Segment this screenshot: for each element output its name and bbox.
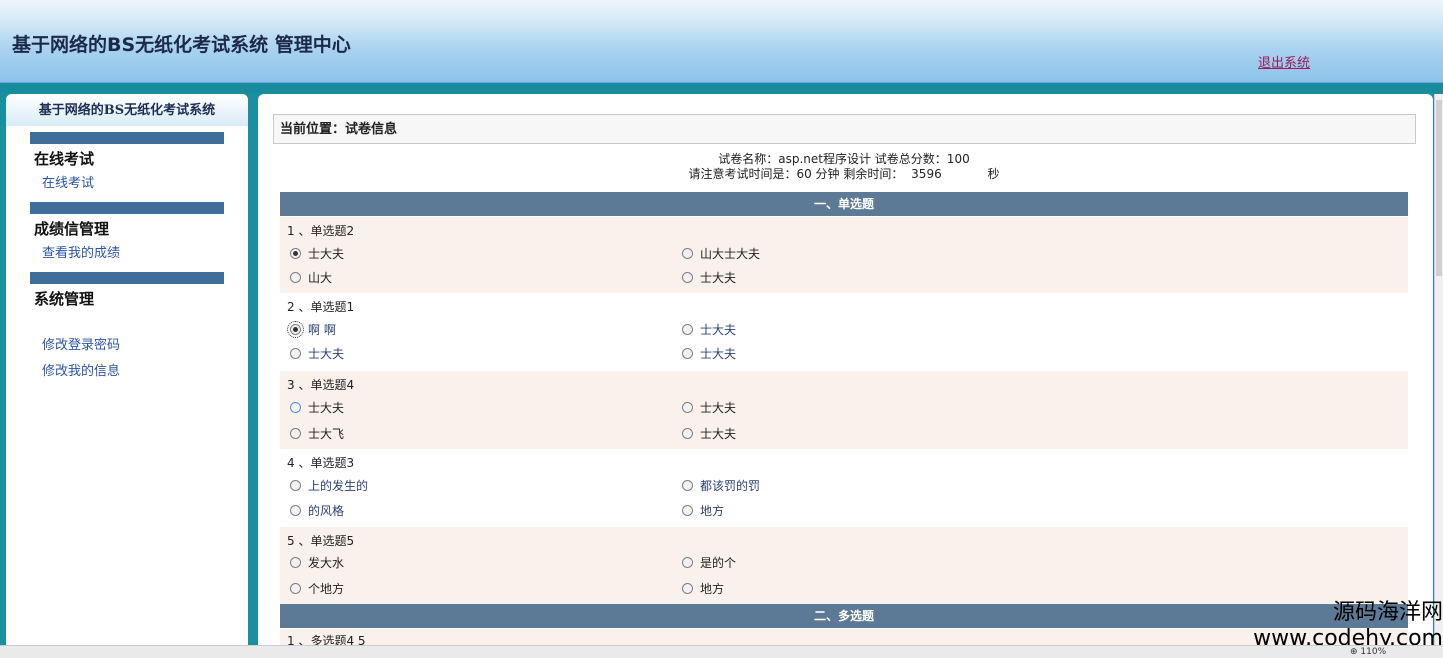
radio-button[interactable] <box>290 272 301 283</box>
radio-button[interactable] <box>682 557 693 568</box>
q4-option-b[interactable]: 都该罚的罚 <box>682 477 760 495</box>
q4-option-d[interactable]: 地方 <box>682 502 724 520</box>
sidebar-section-scores: 成绩信管理 <box>34 220 110 238</box>
radio-button[interactable] <box>682 248 693 259</box>
q4-option-a[interactable]: 上的发生的 <box>290 477 368 495</box>
radio-button[interactable] <box>682 402 693 413</box>
q5-option-c[interactable]: 个地方 <box>290 580 344 598</box>
question-1: 1 、单选题2 士大夫 山大士大夫 山大 士大夫 <box>280 217 1408 293</box>
paper-time-line: 请注意考试时间是：60 分钟 剩余时间： 3596 秒 <box>280 167 1408 182</box>
scrollbar-thumb[interactable] <box>1436 100 1442 276</box>
main-panel: 当前位置：试卷信息 试卷名称：asp.net程序设计 试卷总分数：100 请注意… <box>258 94 1433 657</box>
status-bar <box>0 645 1443 658</box>
breadcrumb: 当前位置：试卷信息 <box>273 114 1416 144</box>
sidebar-item-my-scores[interactable]: 查看我的成绩 <box>6 242 248 268</box>
section-header-single-choice: 一、单选题 <box>280 192 1408 216</box>
radio-button[interactable] <box>682 272 693 283</box>
question-4: 4 、单选题3 上的发生的 都该罚的罚 的风格 地方 <box>280 449 1408 527</box>
sidebar-divider <box>30 202 224 214</box>
q2-option-d[interactable]: 士大夫 <box>682 345 736 363</box>
q3-option-d[interactable]: 士大夫 <box>682 425 736 443</box>
header-divider <box>0 83 1443 93</box>
radio-button[interactable] <box>290 348 301 359</box>
q2-option-a[interactable]: 啊 啊 <box>287 321 336 339</box>
paper-title-line: 试卷名称：asp.net程序设计 试卷总分数：100 <box>718 152 970 166</box>
question-title: 4 、单选题3 <box>287 456 355 470</box>
q5-option-b[interactable]: 是的个 <box>682 554 736 572</box>
sidebar-item-edit-info[interactable]: 修改我的信息 <box>6 360 248 386</box>
sidebar-section-online-exam: 在线考试 <box>34 150 95 168</box>
remaining-time: 3596 <box>911 167 942 181</box>
page-scrollbar[interactable] <box>1434 94 1443 645</box>
watermark-line1: 源码海洋网 <box>1332 600 1443 625</box>
zoom-level[interactable]: ⊕ 110% <box>1350 647 1386 657</box>
sidebar-item-change-password[interactable]: 修改登录密码 <box>6 334 248 360</box>
header: 基于网络的BS无纸化考试系统 管理中心 退出系统 <box>0 0 1443 83</box>
q1-option-c[interactable]: 山大 <box>290 269 332 287</box>
radio-button[interactable] <box>287 321 304 338</box>
q5-option-d[interactable]: 地方 <box>682 580 724 598</box>
sidebar-section-system: 系统管理 <box>34 290 95 308</box>
app-title: 基于网络的BS无纸化考试系统 管理中心 <box>12 34 351 56</box>
sidebar-divider <box>30 132 224 144</box>
radio-button[interactable] <box>290 505 301 516</box>
question-title: 2 、单选题1 <box>287 300 355 314</box>
question-2: 2 、单选题1 啊 啊 士大夫 士大夫 士大夫 <box>280 293 1408 371</box>
q5-option-a[interactable]: 发大水 <box>290 554 344 572</box>
q2-option-b[interactable]: 士大夫 <box>682 321 736 339</box>
question-5: 5 、单选题5 发大水 是的个 个地方 地方 <box>280 527 1408 604</box>
question-3: 3 、单选题4 士大夫 士大夫 士大飞 士大夫 <box>280 371 1408 449</box>
radio-button[interactable] <box>290 583 301 594</box>
radio-button[interactable] <box>290 428 301 439</box>
q1-option-b[interactable]: 山大士大夫 <box>682 245 760 263</box>
q4-option-c[interactable]: 的风格 <box>290 502 344 520</box>
radio-button[interactable] <box>290 248 301 259</box>
question-title: 3 、单选题4 <box>287 378 355 392</box>
radio-button[interactable] <box>682 348 693 359</box>
q1-option-a[interactable]: 士大夫 <box>290 245 344 263</box>
radio-button[interactable] <box>290 402 301 413</box>
radio-button[interactable] <box>682 324 693 335</box>
question-title: 1 、单选题2 <box>287 224 355 238</box>
sidebar-title: 基于网络的BS无纸化考试系统 <box>6 94 248 126</box>
zoom-icon: ⊕ <box>1350 647 1358 657</box>
sidebar-item-online-exam[interactable]: 在线考试 <box>6 172 248 198</box>
radio-button[interactable] <box>290 480 301 491</box>
sidebar: 基于网络的BS无纸化考试系统 在线考试 在线考试 成绩信管理 查看我的成绩 系统… <box>6 94 248 657</box>
q3-option-b[interactable]: 士大夫 <box>682 399 736 417</box>
question-title: 5 、单选题5 <box>287 534 355 548</box>
radio-button[interactable] <box>290 557 301 568</box>
radio-button[interactable] <box>682 583 693 594</box>
radio-button[interactable] <box>682 480 693 491</box>
q3-option-a[interactable]: 士大夫 <box>290 399 344 417</box>
q1-option-d[interactable]: 士大夫 <box>682 269 736 287</box>
q3-option-c[interactable]: 士大飞 <box>290 425 344 443</box>
time-unit: 秒 <box>987 167 1000 181</box>
exam-time-label: 请注意考试时间是：60 分钟 剩余时间： <box>688 167 904 181</box>
q2-option-c[interactable]: 士大夫 <box>290 345 344 363</box>
sidebar-divider <box>30 272 224 284</box>
radio-button[interactable] <box>682 428 693 439</box>
logout-link[interactable]: 退出系统 <box>1258 52 1310 71</box>
paper-info: 试卷名称：asp.net程序设计 试卷总分数：100 请注意考试时间是：60 分… <box>280 152 1408 182</box>
radio-button[interactable] <box>682 505 693 516</box>
